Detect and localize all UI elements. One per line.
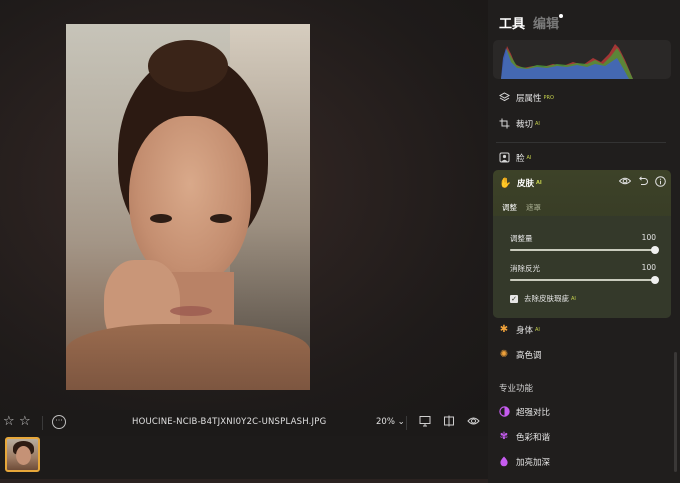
tool-layer-properties[interactable]: 层属性 PRO [498, 90, 554, 106]
tool-face[interactable]: 脸 AI [498, 150, 531, 166]
image-canvas[interactable] [0, 0, 488, 410]
filmstrip [0, 436, 488, 483]
slider-amount[interactable] [510, 246, 659, 254]
dodge-burn-icon [498, 456, 510, 468]
face-icon [498, 152, 510, 164]
tool-dodge-burn[interactable]: 加亮加深 [498, 454, 550, 470]
edit-indicator-dot [559, 14, 563, 18]
tool-high-key[interactable]: ✺ 高色调 [498, 347, 542, 363]
skin-tool-header[interactable]: ✋ 皮肤 AI [499, 177, 542, 190]
high-key-icon: ✺ [499, 349, 509, 360]
tool-body[interactable]: ✱ 身体 AI [498, 322, 540, 338]
favorite-star-icon[interactable]: ☆ [19, 414, 31, 429]
tool-crop[interactable]: 裁切 AI [498, 116, 540, 132]
slider-label-shine-removal: 消除反光 [510, 264, 540, 273]
subtab-adjust[interactable]: 调整 [502, 202, 517, 213]
layers-icon [498, 92, 510, 104]
photo-preview [66, 24, 310, 390]
skin-tool-card: ✋ 皮肤 AI 调整 遮罩 调整量 100 消除反光 100 ✓ 去除皮肤瑕疵 … [493, 170, 671, 318]
contrast-icon [498, 406, 510, 418]
body-icon: ✱ [499, 324, 509, 335]
info-icon[interactable] [654, 176, 666, 188]
reset-undo-icon[interactable] [637, 176, 649, 188]
hand-skin-icon: ✋ [499, 177, 512, 189]
more-options-icon[interactable]: ··· [52, 415, 66, 429]
color-harmony-icon: ✾ [499, 431, 509, 442]
tool-color-harmony[interactable]: ✾ 色彩和谐 [498, 429, 550, 445]
remove-blemishes-checkbox[interactable]: ✓ 去除皮肤瑕疵 AI [510, 293, 576, 304]
bottom-toolbar: ☆ ☆ ··· HOUCINE-NCIB-B4TJXNI0Y2C-UNSPLAS… [0, 410, 488, 436]
slider-value-amount: 100 [641, 233, 656, 242]
panel-scrollbar[interactable] [674, 352, 677, 472]
tab-tools[interactable]: 工具 [499, 13, 525, 32]
pro-features-heading: 专业功能 [499, 384, 534, 394]
tool-super-contrast[interactable]: 超强对比 [498, 404, 550, 420]
slider-knob[interactable] [651, 276, 659, 284]
tab-edit[interactable]: 编辑 [533, 13, 559, 32]
file-name: HOUCINE-NCIB-B4TJXNI0Y2C-UNSPLASH.JPG [132, 417, 327, 427]
tools-panel: 工具 编辑 层属性 PRO 裁切 AI 脸 AI ✋ 皮肤 AI 调整 遮罩 调… [488, 0, 680, 483]
slider-knob[interactable] [651, 246, 659, 254]
slider-value-shine-removal: 100 [641, 263, 656, 272]
subtab-mask[interactable]: 遮罩 [526, 202, 541, 213]
slider-shine-removal[interactable] [510, 276, 659, 284]
checkbox-checked-icon: ✓ [510, 294, 518, 303]
zoom-level[interactable]: 20% ⌄ [376, 417, 405, 427]
photo-thumbnail[interactable] [5, 437, 40, 472]
toolbar-divider [406, 416, 407, 430]
eye-preview-icon[interactable] [466, 415, 480, 429]
histogram [493, 40, 671, 79]
skin-adjust-panel: 调整量 100 消除反光 100 ✓ 去除皮肤瑕疵 AI [493, 216, 671, 318]
compare-split-icon[interactable] [442, 415, 456, 429]
visibility-eye-icon[interactable] [618, 176, 632, 188]
presentation-icon[interactable] [418, 415, 432, 429]
slider-label-amount: 调整量 [510, 234, 533, 243]
panel-divider [496, 142, 666, 143]
crop-icon [498, 118, 510, 130]
toolbar-divider [42, 416, 43, 430]
star-outline-icon[interactable]: ☆ [3, 414, 15, 429]
